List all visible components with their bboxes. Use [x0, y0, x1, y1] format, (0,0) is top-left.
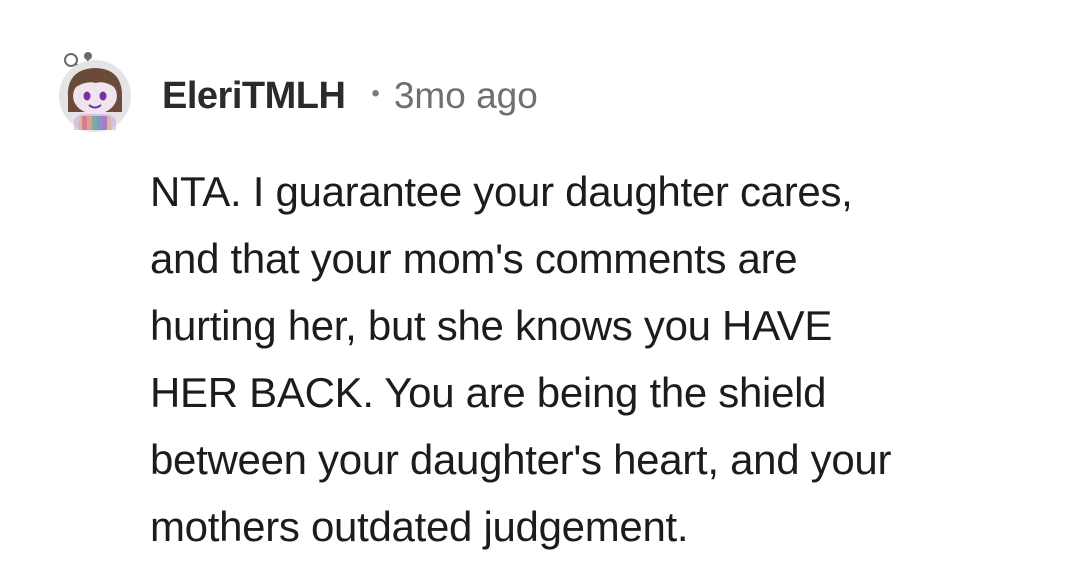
comment-body-line: HER BACK. You are being the shield [150, 369, 827, 416]
comment-body: NTA. I guarantee your daughter cares, an… [150, 158, 1040, 560]
comment-body-line: between your daughter's heart, and your [150, 436, 892, 483]
snoo-avatar-icon [59, 52, 131, 132]
meta-separator: • [371, 80, 380, 107]
comment-body-line: and that your mom's comments are [150, 235, 798, 282]
comment-card: EleriTMLH • 3mo ago NTA. I guarantee you… [0, 0, 1080, 580]
comment-timestamp[interactable]: 3mo ago [394, 75, 538, 117]
user-avatar-icon[interactable] [56, 50, 134, 132]
comment-body-line: NTA. I guarantee your daughter cares, [150, 168, 853, 215]
comment-body-line: mothers outdated judgement. [150, 503, 689, 550]
comment-header: EleriTMLH • 3mo ago [162, 74, 538, 118]
username-link[interactable]: EleriTMLH [162, 75, 346, 118]
comment-body-line: hurting her, but she knows you HAVE [150, 302, 833, 349]
